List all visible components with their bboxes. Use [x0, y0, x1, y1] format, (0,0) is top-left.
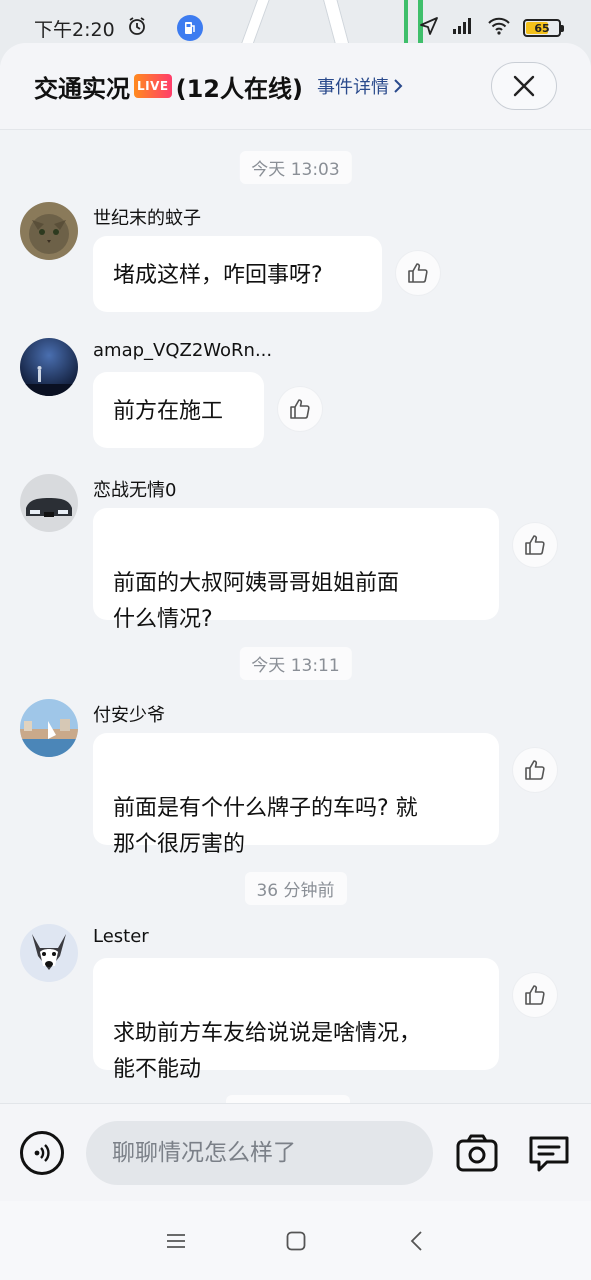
gas-station-icon — [176, 15, 203, 41]
system-nav-bar — [0, 1201, 591, 1280]
message-bubble: 前方在施工 — [93, 372, 264, 448]
online-count: (12人在线) — [175, 74, 303, 103]
message-bubble: 求助前方车友给说说是啥情况， 能不能动 — [93, 958, 499, 1082]
nav-menu-button[interactable] — [141, 1221, 211, 1261]
time-divider: 今天 13:11 — [239, 647, 352, 680]
username: amap_VQZ2WoRn... — [93, 340, 273, 361]
sheet-header: 交通实况 LIVE (12人在线) 事件详情 — [0, 43, 591, 130]
message-bubble: 堵成这样，咋回事呀? — [93, 236, 382, 312]
message-list-button[interactable] — [527, 1131, 571, 1175]
message-text: 求助前方车友给说说是啥情况， 能不能动 — [113, 1021, 422, 1082]
traffic-live-sheet: 交通实况 LIVE (12人在线) 事件详情 今天 13:03 世纪末的蚊子 堵… — [0, 43, 591, 1280]
menu-icon — [166, 1233, 185, 1248]
like-button[interactable] — [396, 251, 440, 295]
time-divider — [226, 1095, 350, 1103]
avatar[interactable] — [20, 202, 78, 260]
message-text: 前面的大叔阿姨哥哥姐姐前面 什么情况? — [113, 571, 400, 632]
close-button[interactable] — [491, 62, 557, 110]
location-arrow-icon — [419, 16, 439, 41]
voice-input-button[interactable] — [20, 1130, 64, 1175]
message-list[interactable]: 今天 13:03 世纪末的蚊子 堵成这样，咋回事呀? amap_VQZ2WoRn… — [0, 131, 591, 1103]
username: 付安少爷 — [93, 705, 165, 726]
voice-wave-icon — [34, 1143, 50, 1162]
chat-input-bar — [0, 1103, 591, 1201]
message-bubble: 前面是有个什么牌子的车吗? 就 那个很厉害的 — [93, 733, 499, 857]
close-icon — [513, 75, 535, 97]
event-details-link[interactable]: 事件详情 — [317, 73, 403, 99]
username: 世纪末的蚊子 — [93, 208, 201, 229]
like-button[interactable] — [513, 523, 557, 567]
thumbs-up-icon — [525, 760, 545, 780]
thumbs-up-icon — [290, 399, 310, 419]
username: 恋战无情0 — [93, 480, 177, 501]
nav-back-button[interactable] — [381, 1221, 451, 1261]
wifi-icon — [487, 16, 511, 41]
message-text: 堵成这样，咋回事呀? — [113, 263, 323, 288]
thumbs-up-icon — [525, 535, 545, 555]
time-divider: 36 分钟前 — [244, 872, 347, 905]
signal-icon — [451, 16, 475, 41]
status-time: 下午2:20 — [34, 18, 115, 41]
avatar[interactable] — [20, 338, 78, 396]
chevron-right-icon — [394, 79, 403, 93]
time-divider: 今天 13:03 — [239, 151, 352, 184]
alarm-icon — [127, 16, 147, 41]
battery-level: 65 — [534, 21, 550, 35]
battery-icon: 65 — [523, 19, 564, 37]
avatar[interactable] — [20, 474, 78, 532]
like-button[interactable] — [513, 748, 557, 792]
camera-button[interactable] — [455, 1131, 499, 1175]
sheet-title: 交通实况 — [34, 74, 130, 103]
home-square-icon — [286, 1231, 305, 1250]
avatar[interactable] — [20, 699, 78, 757]
message-text: 前方在施工 — [113, 399, 224, 424]
avatar[interactable] — [20, 924, 78, 982]
nav-home-button[interactable] — [261, 1221, 331, 1261]
thumbs-up-icon — [408, 263, 428, 283]
like-button[interactable] — [513, 973, 557, 1017]
live-badge: LIVE — [134, 74, 172, 98]
message-bubble: 前面的大叔阿姨哥哥姐姐前面 什么情况? — [93, 508, 499, 632]
like-button[interactable] — [278, 387, 322, 431]
message-text: 前面是有个什么牌子的车吗? 就 那个很厉害的 — [113, 796, 418, 857]
thumbs-up-icon — [525, 985, 545, 1005]
username: Lester — [93, 926, 149, 947]
chat-input[interactable] — [86, 1120, 433, 1185]
camera-icon — [456, 1134, 498, 1171]
chat-bubble-icon — [529, 1136, 569, 1171]
event-details-label: 事件详情 — [316, 77, 389, 98]
back-chevron-icon — [410, 1230, 422, 1251]
